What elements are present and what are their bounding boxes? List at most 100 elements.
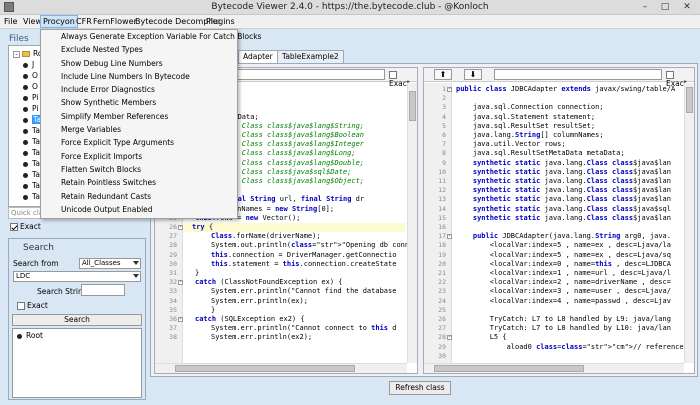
- fold-toggle-icon[interactable]: -: [447, 234, 452, 240]
- class-icon: [23, 73, 28, 79]
- line-number: 3: [442, 103, 446, 112]
- menu-item-show-synthetic-members[interactable]: Show Synthetic Members: [41, 96, 237, 109]
- exact-checkbox-files[interactable]: Exact: [10, 222, 41, 231]
- menu-item-flatten-switch-blocks[interactable]: Flatten Switch Blocks: [41, 163, 237, 176]
- vertical-scrollbar[interactable]: [684, 83, 694, 363]
- checkbox-icon[interactable]: [17, 302, 25, 310]
- tab-jdbcadapter[interactable]: Adapter: [238, 50, 278, 63]
- search-results[interactable]: Root: [12, 328, 142, 398]
- scrollbar-thumb[interactable]: [434, 365, 584, 372]
- fold-toggle-icon[interactable]: -: [447, 87, 452, 92]
- search-type-select[interactable]: LDC: [13, 271, 141, 282]
- menu-procyon[interactable]: Procyon: [40, 15, 78, 28]
- tree-item[interactable]: Ta: [13, 148, 40, 157]
- menu-item-force-explicit-type-arguments[interactable]: Force Explicit Type Arguments: [41, 136, 237, 149]
- tree-item[interactable]: J: [13, 60, 34, 69]
- line-number: 9: [442, 158, 446, 167]
- menu-file[interactable]: File: [4, 17, 17, 26]
- tree-item[interactable]: Ta: [13, 192, 40, 201]
- tree-item[interactable]: Ta: [13, 181, 40, 190]
- checkbox-checked-icon[interactable]: [10, 223, 18, 231]
- scrollbar-thumb[interactable]: [409, 91, 416, 121]
- line-number: 5: [442, 121, 446, 130]
- search-from-select[interactable]: All_Classes: [79, 258, 141, 269]
- menu-item-unicode-output-enabled[interactable]: Unicode Output Enabled: [41, 203, 237, 216]
- menu-fernflower[interactable]: FernFlower: [93, 17, 137, 26]
- fold-toggle-icon[interactable]: -: [178, 317, 183, 322]
- tree-item[interactable]: Ta: [13, 137, 40, 146]
- code-line: Class.forName(driverName);: [211, 232, 321, 241]
- line-number: 29: [438, 342, 446, 351]
- exact-checkbox-search[interactable]: Exact: [17, 301, 48, 310]
- menu-item-exclude-nested-types[interactable]: Exclude Nested Types: [41, 43, 237, 56]
- vertical-scrollbar[interactable]: [407, 83, 417, 363]
- search-button[interactable]: Search: [12, 314, 142, 326]
- checkbox-icon[interactable]: [389, 71, 397, 79]
- fold-toggle-icon[interactable]: -: [447, 335, 452, 341]
- line-number: 8: [442, 149, 446, 158]
- menu-item-show-debug-line-numbers[interactable]: Show Debug Line Numbers: [41, 57, 237, 70]
- search-result-item[interactable]: Root: [17, 331, 43, 340]
- search-up-button[interactable]: ⬆: [434, 69, 452, 80]
- horizontal-scrollbar[interactable]: [424, 363, 684, 373]
- code-line: <localVar:index=5 , name=ex , desc=Ljava…: [456, 250, 671, 259]
- menu-item-retain-redundant-casts[interactable]: Retain Redundant Casts: [41, 190, 237, 203]
- menu-cfr[interactable]: CFR: [76, 17, 92, 26]
- menu-item-retain-pointless-switches[interactable]: Retain Pointless Switches: [41, 176, 237, 189]
- folder-icon: [22, 51, 30, 57]
- code-line: }: [211, 305, 216, 314]
- tree-item[interactable]: Pi: [13, 93, 38, 102]
- code-line: aload0 class=class="str">"cm">// referen…: [456, 342, 694, 351]
- menu-item-force-explicit-imports[interactable]: Force Explicit Imports: [41, 150, 237, 163]
- menu-item-merge-variables[interactable]: Merge Variables: [41, 123, 237, 136]
- scrollbar-thumb[interactable]: [175, 365, 355, 372]
- tree-item[interactable]: O: [13, 71, 38, 80]
- line-number: 28: [169, 241, 177, 250]
- tab-tableexample2[interactable]: TableExample2: [277, 50, 344, 63]
- menu-item-include-line-numbers-bytecode[interactable]: Include Line Numbers In Bytecode: [41, 70, 237, 83]
- code-line: java.sql.ResultSetMetaData metaData;: [456, 149, 625, 158]
- class-icon: [23, 95, 28, 101]
- refresh-class-button[interactable]: Refresh class: [389, 381, 451, 395]
- line-number: 7: [442, 140, 446, 149]
- checkbox-icon[interactable]: [666, 71, 674, 79]
- code-line: synthetic static java.lang.Class class$j…: [472, 195, 671, 204]
- code-view-right[interactable]: 1 public class JDBCAdapter extends javax/…: [424, 83, 694, 373]
- fold-toggle-icon[interactable]: -: [178, 280, 183, 286]
- line-number: 29: [169, 250, 177, 259]
- maximize-button[interactable]: □: [656, 1, 674, 13]
- search-down-button[interactable]: ⬇: [464, 69, 482, 80]
- tree-item-selected[interactable]: Ta: [13, 115, 42, 124]
- code-line: synthetic static java.lang.Class class$j…: [472, 186, 671, 195]
- menu-item-always-generate-exception-variable[interactable]: Always Generate Exception Variable For C…: [41, 30, 261, 43]
- tree-item[interactable]: Ta: [13, 126, 40, 135]
- title-bar: Bytecode Viewer 2.4.0 - https://the.byte…: [0, 0, 700, 15]
- fold-toggle-icon[interactable]: -: [178, 225, 183, 230]
- minimize-button[interactable]: –: [636, 1, 654, 13]
- code-line: System.err.println("Cannot connect to th…: [211, 324, 397, 333]
- line-number: 12: [438, 186, 446, 195]
- tree-item[interactable]: Pi: [13, 104, 38, 113]
- close-button[interactable]: ✕: [676, 1, 698, 13]
- chevron-down-icon: [133, 261, 139, 265]
- code-line: System.out.println(class="str">"Opening …: [211, 241, 418, 250]
- scrollbar-thumb[interactable]: [686, 87, 693, 113]
- code-line: <localVar:index=1 , name=url , desc=Ljav…: [456, 269, 671, 277]
- code-line: java.sql.Connection connection;: [456, 103, 604, 112]
- search-string-input[interactable]: [81, 284, 125, 296]
- tree-item[interactable]: Ta: [13, 159, 40, 168]
- line-number: 4: [442, 112, 446, 121]
- menu-plugins[interactable]: Plugins: [206, 17, 235, 26]
- code-line: System.err.println("Cannot find the data…: [211, 287, 397, 296]
- menu-item-include-error-diagnostics[interactable]: Include Error Diagnostics: [41, 83, 237, 96]
- menu-item-simplify-member-references[interactable]: Simplify Member References: [41, 110, 237, 123]
- pane-search-input[interactable]: [494, 69, 662, 80]
- code-line: this.connection = DriverManager.getConne…: [211, 250, 397, 259]
- line-number: 27: [438, 324, 446, 333]
- horizontal-scrollbar[interactable]: [155, 363, 407, 373]
- tree-item[interactable]: O: [13, 82, 38, 91]
- pane-search-input[interactable]: a Test: [215, 69, 385, 80]
- line-number: 6: [442, 131, 446, 139]
- collapse-icon[interactable]: -: [13, 50, 20, 58]
- tree-item[interactable]: Ta: [13, 170, 40, 179]
